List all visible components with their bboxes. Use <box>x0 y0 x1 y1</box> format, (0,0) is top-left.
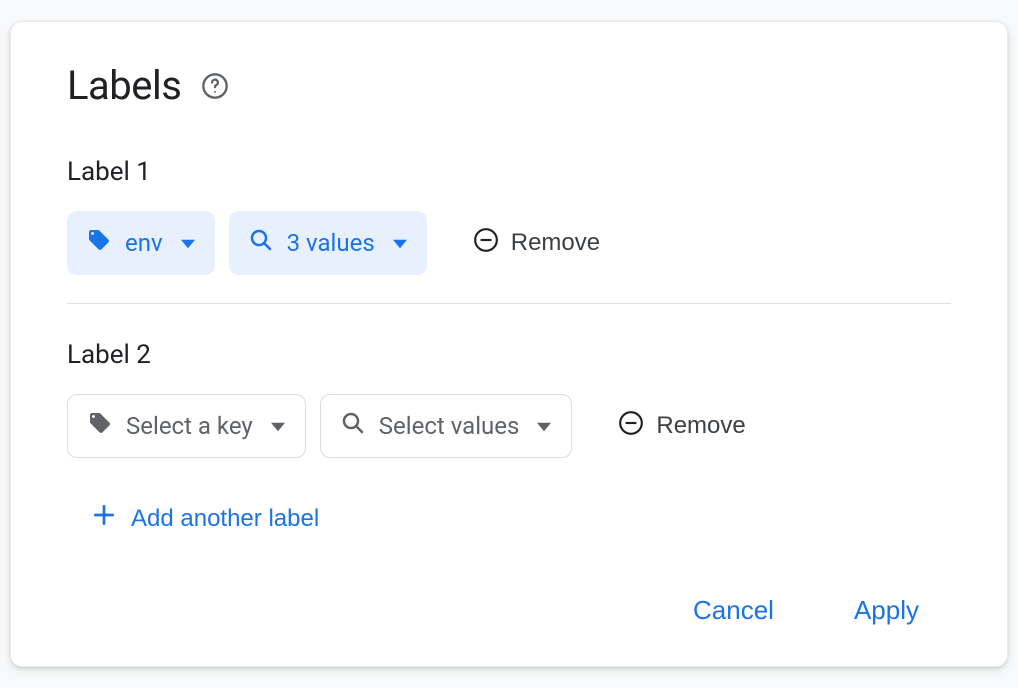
remove-circle-icon <box>473 227 499 260</box>
label-key-chip-2[interactable]: Select a key <box>67 394 306 458</box>
label-values-text-2: Select values <box>379 412 520 440</box>
dialog-footer: Cancel Apply <box>67 587 951 634</box>
tag-icon <box>88 411 112 441</box>
label-section-2: Label 2 Select a key <box>67 340 951 458</box>
search-icon <box>341 411 365 441</box>
caret-down-icon <box>393 229 407 257</box>
label-section-1: Label 1 env <box>67 157 951 275</box>
search-icon <box>249 228 273 258</box>
cancel-button[interactable]: Cancel <box>681 587 786 634</box>
label-heading-2: Label 2 <box>67 340 951 370</box>
remove-label-2-button[interactable]: Remove <box>614 402 749 451</box>
remove-label-text: Remove <box>656 412 745 440</box>
label-values-chip-2[interactable]: Select values <box>320 394 573 458</box>
help-icon[interactable] <box>201 72 229 100</box>
label-key-chip-1[interactable]: env <box>67 211 215 275</box>
remove-label-text: Remove <box>511 229 600 257</box>
caret-down-icon <box>537 412 551 440</box>
dialog-header: Labels <box>67 62 951 109</box>
add-another-label-text: Add another label <box>131 505 319 533</box>
plus-icon <box>91 502 117 535</box>
label-key-text-2: Select a key <box>126 412 253 440</box>
label-values-text-1: 3 values <box>287 229 375 257</box>
dialog-title: Labels <box>67 62 181 109</box>
label-row-1: env 3 values <box>67 211 951 275</box>
labels-dialog: Labels Label 1 env <box>10 21 1008 667</box>
remove-label-1-button[interactable]: Remove <box>469 219 604 268</box>
label-key-text-1: env <box>125 229 163 257</box>
tag-icon <box>87 228 111 258</box>
label-values-chip-1[interactable]: 3 values <box>229 211 427 275</box>
label-heading-1: Label 1 <box>67 157 951 187</box>
remove-circle-icon <box>618 410 644 443</box>
caret-down-icon <box>271 412 285 440</box>
caret-down-icon <box>181 229 195 257</box>
add-another-label-button[interactable]: Add another label <box>83 490 327 547</box>
label-row-2: Select a key Select values <box>67 394 951 458</box>
apply-button[interactable]: Apply <box>842 587 931 634</box>
divider <box>67 303 951 304</box>
